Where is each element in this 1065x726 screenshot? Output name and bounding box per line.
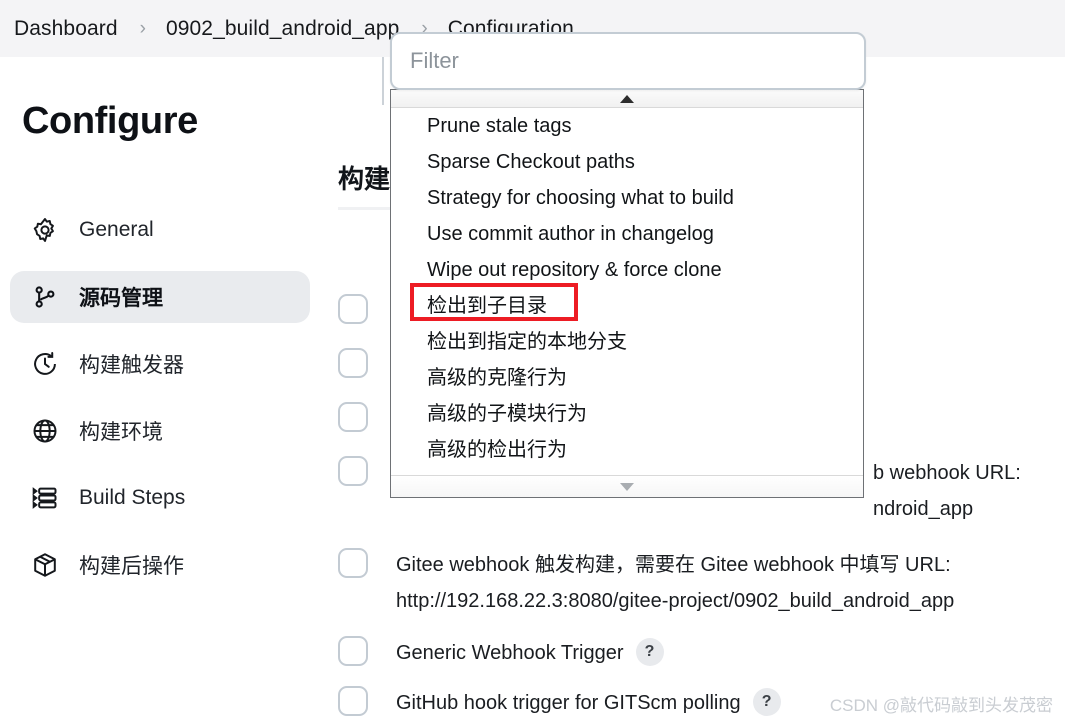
clock-icon [28, 347, 62, 381]
help-icon[interactable]: ? [635, 637, 664, 666]
sidebar-item-label: 源码管理 [79, 287, 163, 310]
sidebar-item-label: 构建环境 [79, 421, 163, 444]
sidebar-item-source-control[interactable]: 源码管理 [10, 271, 310, 323]
trigger-label: b webhook URL: ndroid_app [873, 462, 1021, 520]
sidebar-nav: General 源码管理 构建触发器 构建环境 Build Steps 构建后操… [10, 204, 310, 606]
trigger-row-generic-webhook: Generic Webhook Trigger? [338, 635, 664, 671]
sidebar-item-build-environment[interactable]: 构建环境 [10, 405, 310, 457]
filter-box [390, 32, 866, 90]
dropdown-item[interactable]: 高级的克隆行为 [391, 360, 863, 396]
sidebar-item-general[interactable]: General [10, 204, 310, 256]
sidebar-item-build-steps[interactable]: Build Steps [10, 472, 310, 524]
trigger-label-wrap: GitHub hook trigger for GITScm polling? [396, 685, 781, 721]
dropdown-item[interactable]: Wipe out repository & force clone [391, 252, 863, 288]
dropdown-item[interactable]: Use commit author in changelog [391, 216, 863, 252]
vertical-divider [382, 57, 384, 105]
trigger-row [338, 401, 396, 432]
list-steps-icon [28, 481, 62, 515]
dropdown-item[interactable]: Prune stale tags [391, 108, 863, 144]
dropdown-item[interactable]: 高级的子模块行为 [391, 396, 863, 432]
trigger-row [338, 293, 396, 324]
trigger-label: Gitee webhook 触发构建，需要在 Gitee webhook 中填写… [396, 554, 955, 612]
sidebar: Configure General 源码管理 构建触发器 构建环境 Build … [0, 57, 330, 726]
checkbox[interactable] [338, 548, 368, 578]
sidebar-item-label: General [79, 218, 154, 241]
trigger-row [338, 347, 396, 378]
section-title: 构建 [338, 164, 391, 194]
dropdown-scroll-down-button[interactable] [391, 475, 863, 497]
trigger-label: Generic Webhook Trigger [396, 642, 624, 664]
trigger-row-github-scm-polling: GitHub hook trigger for GITScm polling? [338, 685, 781, 721]
sidebar-item-label: 构建触发器 [79, 354, 184, 377]
sidebar-item-build-triggers[interactable]: 构建触发器 [10, 338, 310, 390]
sidebar-item-label: 构建后操作 [79, 555, 184, 578]
dropdown-item[interactable]: Strategy for choosing what to build [391, 180, 863, 216]
breadcrumb-item-job[interactable]: 0902_build_android_app [166, 17, 399, 41]
checkbox[interactable] [338, 402, 368, 432]
breadcrumb-item-dashboard[interactable]: Dashboard [14, 17, 118, 41]
trigger-row-gitee-webhook: Gitee webhook 触发构建，需要在 Gitee webhook 中填写… [338, 547, 954, 619]
globe-icon [28, 414, 62, 448]
trigger-label: GitHub hook trigger for GITScm polling [396, 692, 741, 714]
dropdown-item[interactable]: Sparse Checkout paths [391, 144, 863, 180]
checkbox[interactable] [338, 294, 368, 324]
dropdown-item[interactable]: 检出到指定的本地分支 [391, 324, 863, 360]
chevron-down-icon [620, 482, 634, 491]
trigger-label-wrap: Generic Webhook Trigger? [396, 635, 664, 671]
dropdown-item-checkout-to-subdirectory[interactable]: 检出到子目录 [391, 288, 863, 324]
page-title: Configure [22, 100, 198, 142]
watermark: CSDN @敲代码敲到头发茂密 [829, 696, 1053, 715]
checkbox[interactable] [338, 636, 368, 666]
dropdown-panel: Prune stale tags Sparse Checkout paths S… [390, 89, 864, 498]
breadcrumb-separator-icon: › [139, 18, 146, 39]
dropdown-item-list: Prune stale tags Sparse Checkout paths S… [391, 108, 863, 475]
search-input[interactable] [408, 34, 848, 88]
checkbox[interactable] [338, 348, 368, 378]
dropdown-scroll-up-button[interactable] [391, 90, 863, 108]
help-icon[interactable]: ? [752, 687, 781, 716]
gear-icon [28, 213, 62, 247]
checkbox[interactable] [338, 456, 368, 486]
sidebar-item-post-build-actions[interactable]: 构建后操作 [10, 539, 310, 591]
package-icon [28, 548, 62, 582]
checkbox[interactable] [338, 686, 368, 716]
chevron-up-icon [620, 94, 634, 103]
source-control-icon [28, 280, 62, 314]
dropdown-item[interactable]: 高级的检出行为 [391, 432, 863, 468]
app-root: Dashboard › 0902_build_android_app › Con… [0, 0, 1065, 726]
sidebar-item-label: Build Steps [79, 486, 186, 509]
